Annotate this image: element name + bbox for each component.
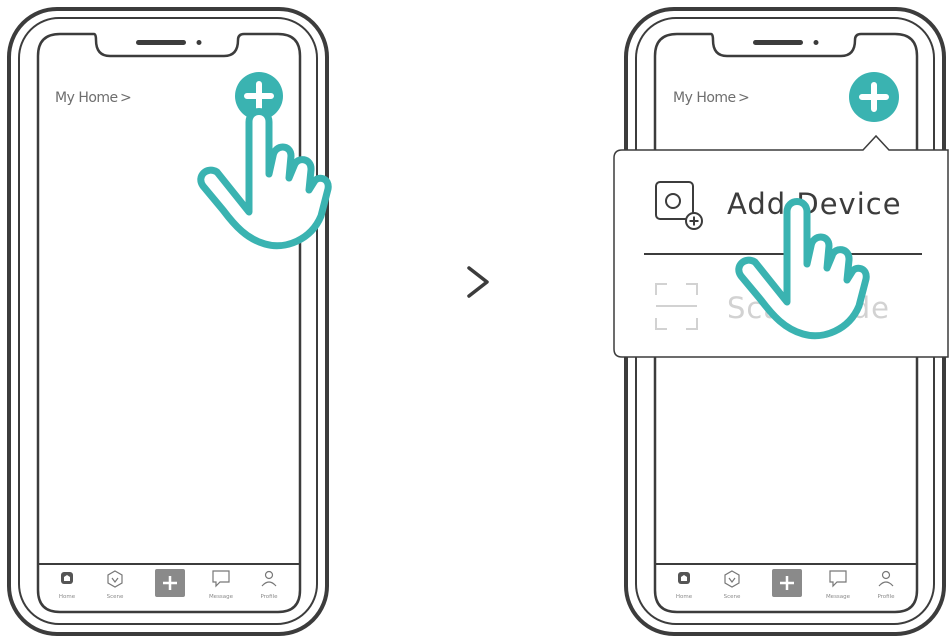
nav-label-home: Home (676, 594, 693, 600)
header-chevron: > (120, 90, 131, 106)
header-title: My Home (673, 90, 736, 106)
nav-label-scene: Scene (724, 594, 741, 600)
nav-label-message: Message (826, 594, 851, 600)
illustration: My Home > Home Scene Message Profile My … (7, 7, 949, 636)
nav-label-scene: Scene (107, 594, 124, 600)
front-camera (813, 40, 819, 45)
nav-item-add[interactable] (772, 569, 802, 597)
add-device-label: Add Device (727, 187, 902, 221)
header-chevron: > (738, 90, 749, 106)
nav-label-message: Message (209, 594, 234, 600)
speaker-grille (753, 40, 803, 45)
nav-item-add[interactable] (155, 569, 185, 597)
nav-label-profile: Profile (260, 594, 278, 600)
plus-circle-icon[interactable] (849, 72, 899, 122)
nav-label-home: Home (59, 594, 76, 600)
step-arrow-icon (467, 266, 489, 298)
nav-label-profile: Profile (877, 594, 895, 600)
phone-left: My Home > Home Scene Message Profile (7, 7, 328, 636)
header-my-home[interactable]: My Home > (55, 90, 132, 106)
speaker-grille (136, 40, 186, 45)
front-camera (196, 40, 202, 45)
header-my-home[interactable]: My Home > (673, 90, 750, 106)
header-title: My Home (55, 90, 118, 106)
phone-right: My Home > Home Scene Message Profile Add… (613, 7, 949, 636)
